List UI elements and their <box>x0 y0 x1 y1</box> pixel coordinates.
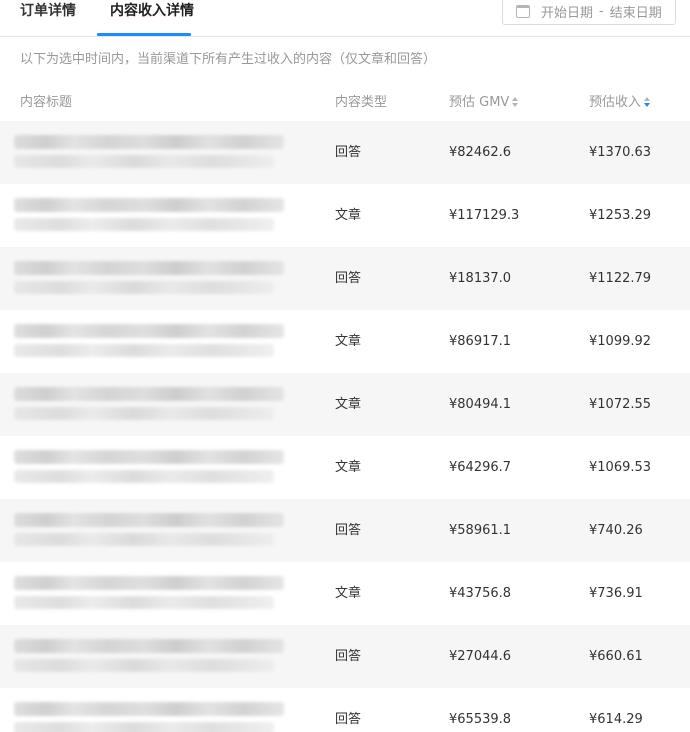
estimated-income: ¥1072.55 <box>589 397 652 412</box>
estimated-gmv: ¥82462.6 <box>449 145 512 160</box>
content-type: 回答 <box>335 712 362 727</box>
estimated-income: ¥1253.29 <box>589 208 652 223</box>
table-row: 回答 ¥82462.6 ¥1370.63 <box>0 121 690 184</box>
start-date-input[interactable]: 开始日期 <box>541 2 593 21</box>
table-row: 文章 ¥64296.7 ¥1069.53 <box>0 436 690 499</box>
estimated-gmv: ¥65539.8 <box>449 712 512 727</box>
blurred-title[interactable] <box>14 688 294 732</box>
estimated-gmv: ¥80494.1 <box>449 397 512 412</box>
content-type: 文章 <box>335 586 362 601</box>
content-type: 文章 <box>335 397 362 412</box>
calendar-icon <box>516 5 530 18</box>
tab-content-income-details[interactable]: 内容收入详情 <box>110 0 194 37</box>
column-header-gmv[interactable]: 预估 GMV <box>449 91 519 110</box>
sort-icon[interactable] <box>512 97 519 108</box>
blurred-title[interactable] <box>14 247 294 310</box>
blurred-title[interactable] <box>14 373 294 436</box>
content-type: 文章 <box>335 208 362 223</box>
table-row: 回答 ¥18137.0 ¥1122.79 <box>0 247 690 310</box>
estimated-gmv: ¥18137.0 <box>449 271 512 286</box>
blurred-title[interactable] <box>14 121 294 184</box>
content-type: 文章 <box>335 460 362 475</box>
blurred-title[interactable] <box>14 625 294 688</box>
column-header-title: 内容标题 <box>20 95 73 110</box>
estimated-income: ¥660.61 <box>589 649 643 664</box>
estimated-gmv: ¥27044.6 <box>449 649 512 664</box>
content-type: 回答 <box>335 523 362 538</box>
table-row: 回答 ¥58961.1 ¥740.26 <box>0 499 690 562</box>
content-type: 回答 <box>335 145 362 160</box>
estimated-income: ¥736.91 <box>589 586 643 601</box>
table-row: 回答 ¥27044.6 ¥660.61 <box>0 625 690 688</box>
estimated-income: ¥1069.53 <box>589 460 652 475</box>
table-body: 回答 ¥82462.6 ¥1370.63 文章 ¥117129.3 ¥1253.… <box>0 121 690 732</box>
estimated-income: ¥614.29 <box>589 712 643 727</box>
content-type: 回答 <box>335 649 362 664</box>
sort-desc-icon[interactable] <box>644 97 651 108</box>
table-row: 文章 ¥117129.3 ¥1253.29 <box>0 184 690 247</box>
table-header: 内容标题 内容类型 预估 GMV 预估收入 <box>0 78 690 121</box>
table-description: 以下为选中时间内，当前渠道下所有产生过收入的内容（仅文章和回答） <box>20 52 437 67</box>
blurred-title[interactable] <box>14 436 294 499</box>
estimated-gmv: ¥43756.8 <box>449 586 512 601</box>
end-date-input[interactable]: 结束日期 <box>610 2 662 21</box>
table-row: 文章 ¥43756.8 ¥736.91 <box>0 562 690 625</box>
tab-order-details[interactable]: 订单详情 <box>20 0 76 37</box>
estimated-gmv: ¥58961.1 <box>449 523 512 538</box>
estimated-gmv: ¥64296.7 <box>449 460 512 475</box>
table-row: 文章 ¥80494.1 ¥1072.55 <box>0 373 690 436</box>
column-header-income[interactable]: 预估收入 <box>589 91 651 110</box>
date-range-picker[interactable]: 开始日期 - 结束日期 <box>502 0 676 25</box>
blurred-title[interactable] <box>14 499 294 562</box>
estimated-income: ¥1099.92 <box>589 334 652 349</box>
active-tab-indicator <box>97 33 191 36</box>
date-range-separator: - <box>599 4 604 19</box>
column-header-gmv-label: 预估 GMV <box>449 95 510 110</box>
table-row: 回答 ¥65539.8 ¥614.29 <box>0 688 690 732</box>
estimated-income: ¥1122.79 <box>589 271 652 286</box>
blurred-title[interactable] <box>14 562 294 625</box>
content-type: 文章 <box>335 334 362 349</box>
table-row: 文章 ¥86917.1 ¥1099.92 <box>0 310 690 373</box>
blurred-title[interactable] <box>14 310 294 373</box>
estimated-gmv: ¥117129.3 <box>449 208 520 223</box>
column-header-income-label: 预估收入 <box>589 95 642 110</box>
content-type: 回答 <box>335 271 362 286</box>
column-header-type: 内容类型 <box>335 95 388 110</box>
blurred-title[interactable] <box>14 184 294 247</box>
estimated-income: ¥740.26 <box>589 523 643 538</box>
estimated-gmv: ¥86917.1 <box>449 334 512 349</box>
estimated-income: ¥1370.63 <box>589 145 652 160</box>
